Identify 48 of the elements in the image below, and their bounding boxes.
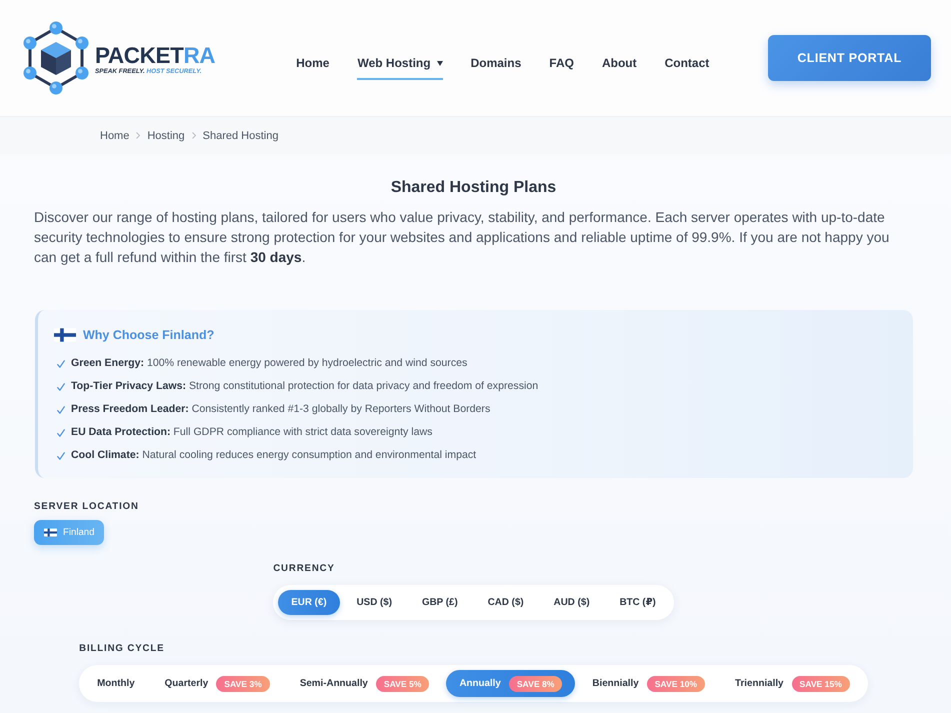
chevron-right-icon [192,132,196,139]
currency-option[interactable]: USD ($) [344,590,405,615]
brand-name: PACKETRA [95,44,216,66]
breadcrumb-link[interactable]: Home [100,130,130,142]
currency-option[interactable]: BTC (₽) [606,590,669,615]
currency-option[interactable]: GBP (£) [408,590,471,615]
currency-option[interactable]: AUD ($) [540,590,603,615]
billing-option[interactable]: Annually SAVE 8% [446,670,576,697]
nav-link[interactable]: Home [296,47,330,80]
discount-badge: SAVE 10% [646,676,706,692]
check-icon [57,428,65,436]
check-icon [57,452,65,460]
discount-badge: SAVE 8% [508,676,562,692]
feature-item: Green Energy: 100% renewable energy powered by hydroelectric and wind sources [71,356,468,368]
flag-icon [54,328,76,342]
nav-link[interactable]: FAQ [549,47,574,80]
nav-link[interactable]: Web Hosting [357,47,443,80]
billing-option[interactable]: Triennially SAVE 15% [722,670,863,697]
section-label: CURRENCY [273,562,335,576]
nav-link[interactable]: Contact [664,47,710,80]
flag-icon [44,528,57,537]
intro-paragraph: Discover our range of hosting plans, tailored for users who value privacy, stability, and performance. Each server operates with up-to-date security technologies to ensure strong protection for your websites and applications and reliable uptime of 99.9%. If you are not happy you can get a full refund within the first 30 days. [34,208,890,267]
discount-badge: SAVE 15% [792,676,850,692]
currency-option[interactable]: CAD ($) [474,590,537,615]
breadcrumb-link[interactable]: Hosting [147,130,185,142]
discount-badge: SAVE 5% [376,676,430,692]
check-icon [57,382,65,390]
chevron-right-icon [136,132,140,139]
section-label: BILLING CYCLE [79,642,164,656]
feature-item: Cool Climate: Natural cooling reduces energy consumption and environmental impact [71,448,476,460]
billing-option[interactable]: Monthly [84,670,148,697]
breadcrumb-link[interactable]: Shared Hosting [202,130,278,142]
check-icon [57,360,65,368]
check-icon [57,406,65,414]
billing-option[interactable]: Biennially SAVE 10% [579,670,718,697]
billing-option[interactable]: Semi-Annually SAVE 5% [286,670,442,697]
nav-link[interactable]: Domains [470,47,522,80]
discount-badge: SAVE 3% [216,676,270,692]
client-portal-button[interactable]: CLIENT PORTAL [768,35,931,81]
feature-item: Press Freedom Leader: Consistently ranked #1-3 globally by Reporters Without Borders [71,402,490,414]
nav-link[interactable]: About [602,47,637,80]
currency-option[interactable]: EUR (€) [278,590,340,615]
section-label: SERVER LOCATION [34,500,139,514]
page-title: Shared Hosting Plans [390,178,558,198]
feature-item: EU Data Protection: Full GDPR compliance with strict data sovereignty laws [71,426,432,438]
feature-item: Top-Tier Privacy Laws: Strong constitutional protection for data privacy and freedom of expression [71,380,538,392]
feature-title: Why Choose Finland? [83,328,214,342]
billing-option[interactable]: Quarterly SAVE 3% [152,670,283,697]
